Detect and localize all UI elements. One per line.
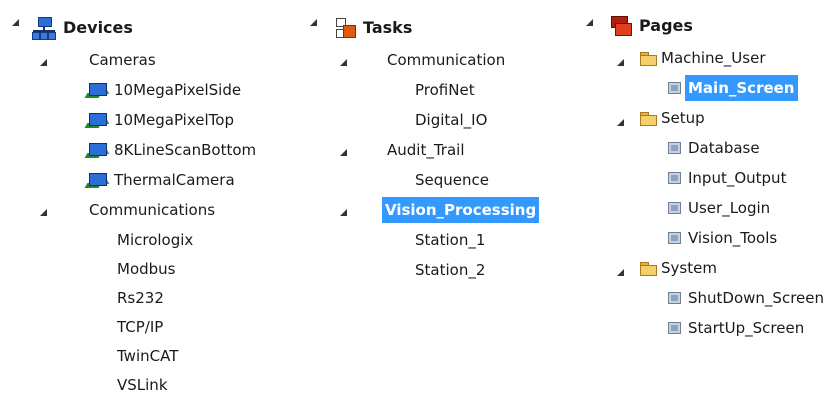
machine-user-expander[interactable]: [617, 59, 624, 66]
tree-node-page[interactable]: StartUp_Screen: [668, 315, 807, 341]
tree-node-cameras[interactable]: Cameras: [86, 47, 159, 73]
tree-node-task[interactable]: ProfiNet: [412, 77, 478, 103]
tree-node-page[interactable]: User_Login: [668, 195, 773, 221]
tree-node-label: Tasks: [363, 18, 413, 37]
tree-node-task[interactable]: Station_1: [412, 227, 488, 253]
tree-node-label: TCP/IP: [117, 318, 164, 336]
tree-node-task[interactable]: Station_2: [412, 257, 488, 283]
tree-node-machine-user[interactable]: Machine_User: [640, 45, 768, 71]
page-icon: [668, 322, 681, 334]
communications-expander[interactable]: [40, 209, 47, 216]
tree-node-label: Cameras: [89, 51, 156, 69]
camera-icon: [84, 170, 110, 190]
tasks-icon: [334, 17, 356, 39]
communication-task-expander[interactable]: [340, 59, 347, 66]
tree-node-page[interactable]: ShutDown_Screen: [668, 285, 827, 311]
tree-node-label: Machine_User: [661, 49, 766, 67]
tree-node-label: Station_2: [415, 261, 486, 279]
folder-icon: [640, 261, 657, 276]
tree-node-label: Rs232: [117, 289, 164, 307]
tree-node-label: StartUp_Screen: [688, 319, 805, 337]
pages-expander[interactable]: [586, 19, 593, 26]
page-icon: [668, 142, 681, 154]
page-icon: [668, 232, 681, 244]
tree-node-label: Pages: [639, 16, 693, 35]
tree-node-label: Main_Screen: [685, 75, 798, 101]
tree-node-label: ThermalCamera: [114, 171, 235, 189]
tree-node-audit-trail[interactable]: Audit_Trail: [384, 137, 468, 163]
tasks-expander[interactable]: [310, 19, 317, 26]
tree-node-page[interactable]: Vision_Tools: [668, 225, 780, 251]
tree-node-label: Audit_Trail: [387, 141, 465, 159]
tree-node-communications[interactable]: Communications: [86, 197, 218, 223]
selection-highlight: Main_Screen: [685, 75, 798, 101]
tree-node-comm-device[interactable]: TCP/IP: [114, 314, 166, 340]
tree-node-label: Communication: [387, 51, 506, 69]
tree-node-devices[interactable]: Devices: [32, 15, 136, 41]
tree-node-label: User_Login: [688, 199, 771, 217]
system-expander[interactable]: [617, 269, 624, 276]
tree-node-label: 8KLineScanBottom: [114, 141, 257, 159]
tree-node-label: Vision_Tools: [688, 229, 778, 247]
tree-node-camera[interactable]: ThermalCamera: [84, 167, 238, 193]
tree-node-pages[interactable]: Pages: [610, 13, 696, 39]
tree-node-comm-device[interactable]: Rs232: [114, 285, 167, 311]
tree-node-vision-processing[interactable]: Vision_Processing: [382, 197, 540, 223]
tree-node-camera[interactable]: 10MegaPixelTop: [84, 107, 237, 133]
tree-node-label: Devices: [63, 18, 133, 37]
tree-node-label: System: [661, 259, 717, 277]
camera-icon: [84, 110, 110, 130]
camera-icon: [84, 80, 110, 100]
tree-node-label: Setup: [661, 109, 705, 127]
vision-processing-expander[interactable]: [340, 209, 347, 216]
tree-node-label: Digital_IO: [415, 111, 488, 129]
devices-icon: [32, 17, 56, 40]
tree-node-task[interactable]: Digital_IO: [412, 107, 490, 133]
tree-node-camera[interactable]: 8KLineScanBottom: [84, 137, 259, 163]
tree-node-label: Input_Output: [688, 169, 787, 187]
audit-trail-expander[interactable]: [340, 149, 347, 156]
tree-node-label: Sequence: [415, 171, 489, 189]
page-icon: [668, 172, 681, 184]
folder-icon: [640, 51, 657, 66]
tree-node-label: Database: [688, 139, 760, 157]
tree-node-camera[interactable]: 10MegaPixelSide: [84, 77, 244, 103]
tree-node-comm-device[interactable]: Micrologix: [114, 227, 196, 253]
tree-node-comm-device[interactable]: VSLink: [114, 372, 171, 398]
tree-node-label: 10MegaPixelTop: [114, 111, 234, 129]
tree-node-label: ShutDown_Screen: [688, 289, 824, 307]
tree-node-task[interactable]: Sequence: [412, 167, 492, 193]
tree-node-label: VSLink: [117, 376, 168, 394]
tree-node-setup[interactable]: Setup: [640, 105, 708, 131]
tree-node-comm-device[interactable]: Modbus: [114, 256, 178, 282]
tree-node-page[interactable]: Database: [668, 135, 763, 161]
tree-node-label: Modbus: [117, 260, 176, 278]
tree-node-page[interactable]: Main_Screen: [668, 75, 798, 101]
page-icon: [668, 82, 681, 94]
tree-node-label: TwinCAT: [117, 347, 179, 365]
tree-node-tasks[interactable]: Tasks: [334, 15, 415, 41]
tree-node-label: ProfiNet: [415, 81, 475, 99]
camera-icon: [84, 140, 110, 160]
tree-node-label: Micrologix: [117, 231, 194, 249]
setup-expander[interactable]: [617, 119, 624, 126]
page-icon: [668, 292, 681, 304]
tree-node-label: Communications: [89, 201, 216, 219]
devices-expander[interactable]: [12, 19, 19, 26]
tree-node-label: Station_1: [415, 231, 486, 249]
folder-icon: [640, 111, 657, 126]
tree-node-page[interactable]: Input_Output: [668, 165, 789, 191]
tree-node-system[interactable]: System: [640, 255, 720, 281]
tree-node-label: 10MegaPixelSide: [114, 81, 242, 99]
tree-node-communication-task[interactable]: Communication: [384, 47, 508, 73]
cameras-expander[interactable]: [40, 59, 47, 66]
page-icon: [668, 202, 681, 214]
pages-icon: [610, 15, 632, 37]
tree-node-label: Vision_Processing: [382, 197, 540, 223]
tree-node-comm-device[interactable]: TwinCAT: [114, 343, 181, 369]
